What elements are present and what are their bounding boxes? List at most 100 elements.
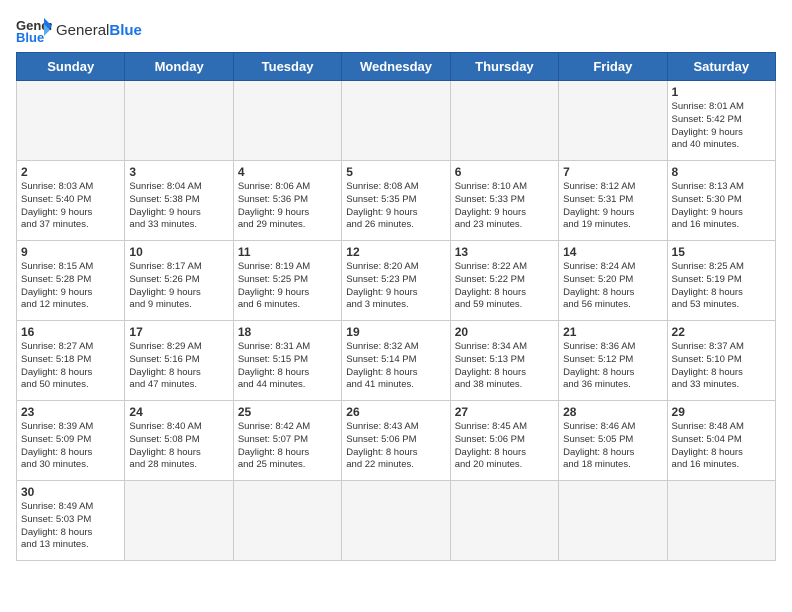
day-number: 6 [455, 165, 554, 179]
calendar-row: 23 Sunrise: 8:39 AM Sunset: 5:09 PM Dayli… [17, 401, 776, 481]
day-info: Sunrise: 8:13 AM Sunset: 5:30 PM Dayligh… [672, 181, 771, 232]
day-number: 27 [455, 405, 554, 419]
day-number: 2 [21, 165, 120, 179]
empty-cell [125, 481, 233, 561]
day-cell-4: 4 Sunrise: 8:06 AM Sunset: 5:36 PM Daylig… [233, 161, 341, 241]
day-cell-29: 29 Sunrise: 8:48 AM Sunset: 5:04 PM Dayli… [667, 401, 775, 481]
empty-cell [17, 81, 125, 161]
weekday-header-row: SundayMondayTuesdayWednesdayThursdayFrid… [17, 53, 776, 81]
day-cell-13: 13 Sunrise: 8:22 AM Sunset: 5:22 PM Dayli… [450, 241, 558, 321]
day-info: Sunrise: 8:20 AM Sunset: 5:23 PM Dayligh… [346, 261, 445, 312]
logo: General Blue GeneralBlue [16, 16, 142, 44]
day-number: 12 [346, 245, 445, 259]
day-info: Sunrise: 8:10 AM Sunset: 5:33 PM Dayligh… [455, 181, 554, 232]
weekday-header-sunday: Sunday [17, 53, 125, 81]
day-number: 15 [672, 245, 771, 259]
empty-cell [559, 81, 667, 161]
day-cell-25: 25Sunrise: 8:42 AM Sunset: 5:07 PM Dayli… [233, 401, 341, 481]
empty-cell [667, 481, 775, 561]
day-info: Sunrise: 8:04 AM Sunset: 5:38 PM Dayligh… [129, 181, 228, 232]
day-info: Sunrise: 8:12 AM Sunset: 5:31 PM Dayligh… [563, 181, 662, 232]
header: General Blue GeneralBlue [16, 16, 776, 44]
day-cell-17: 17Sunrise: 8:29 AM Sunset: 5:16 PM Dayli… [125, 321, 233, 401]
day-cell-9: 9 Sunrise: 8:15 AM Sunset: 5:28 PM Daylig… [17, 241, 125, 321]
day-cell-18: 18Sunrise: 8:31 AM Sunset: 5:15 PM Dayli… [233, 321, 341, 401]
day-cell-15: 15 Sunrise: 8:25 AM Sunset: 5:19 PM Dayli… [667, 241, 775, 321]
day-cell-3: 3 Sunrise: 8:04 AM Sunset: 5:38 PM Daylig… [125, 161, 233, 241]
day-info: Sunrise: 8:03 AM Sunset: 5:40 PM Dayligh… [21, 181, 120, 232]
day-cell-7: 7 Sunrise: 8:12 AM Sunset: 5:31 PM Daylig… [559, 161, 667, 241]
day-info: Sunrise: 8:29 AM Sunset: 5:16 PM Dayligh… [129, 341, 228, 392]
calendar-row: 30Sunrise: 8:49 AM Sunset: 5:03 PM Dayli… [17, 481, 776, 561]
day-number: 29 [672, 405, 771, 419]
day-number: 7 [563, 165, 662, 179]
logo-icon: General Blue [16, 16, 52, 44]
day-cell-1: 1 Sunrise: 8:01 AM Sunset: 5:42 PM Daylig… [667, 81, 775, 161]
empty-cell [559, 481, 667, 561]
day-info: Sunrise: 8:01 AM Sunset: 5:42 PM Dayligh… [672, 101, 771, 152]
day-number: 9 [21, 245, 120, 259]
weekday-header-monday: Monday [125, 53, 233, 81]
empty-cell [342, 81, 450, 161]
day-number: 11 [238, 245, 337, 259]
day-info: Sunrise: 8:22 AM Sunset: 5:22 PM Dayligh… [455, 261, 554, 312]
day-number: 18 [238, 325, 337, 339]
day-number: 26 [346, 405, 445, 419]
calendar-row: 9 Sunrise: 8:15 AM Sunset: 5:28 PM Daylig… [17, 241, 776, 321]
day-cell-6: 6 Sunrise: 8:10 AM Sunset: 5:33 PM Daylig… [450, 161, 558, 241]
svg-text:Blue: Blue [16, 30, 44, 44]
day-cell-5: 5 Sunrise: 8:08 AM Sunset: 5:35 PM Daylig… [342, 161, 450, 241]
day-info: Sunrise: 8:06 AM Sunset: 5:36 PM Dayligh… [238, 181, 337, 232]
day-number: 25 [238, 405, 337, 419]
day-number: 28 [563, 405, 662, 419]
day-info: Sunrise: 8:46 AM Sunset: 5:05 PM Dayligh… [563, 421, 662, 472]
day-info: Sunrise: 8:27 AM Sunset: 5:18 PM Dayligh… [21, 341, 120, 392]
day-info: Sunrise: 8:17 AM Sunset: 5:26 PM Dayligh… [129, 261, 228, 312]
day-cell-10: 10Sunrise: 8:17 AM Sunset: 5:26 PM Dayli… [125, 241, 233, 321]
day-number: 19 [346, 325, 445, 339]
day-info: Sunrise: 8:36 AM Sunset: 5:12 PM Dayligh… [563, 341, 662, 392]
day-number: 24 [129, 405, 228, 419]
day-info: Sunrise: 8:25 AM Sunset: 5:19 PM Dayligh… [672, 261, 771, 312]
day-info: Sunrise: 8:37 AM Sunset: 5:10 PM Dayligh… [672, 341, 771, 392]
calendar-row: 2 Sunrise: 8:03 AM Sunset: 5:40 PM Daylig… [17, 161, 776, 241]
day-cell-11: 11 Sunrise: 8:19 AM Sunset: 5:25 PM Dayli… [233, 241, 341, 321]
day-number: 13 [455, 245, 554, 259]
day-cell-22: 22 Sunrise: 8:37 AM Sunset: 5:10 PM Dayli… [667, 321, 775, 401]
day-info: Sunrise: 8:19 AM Sunset: 5:25 PM Dayligh… [238, 261, 337, 312]
day-info: Sunrise: 8:08 AM Sunset: 5:35 PM Dayligh… [346, 181, 445, 232]
empty-cell [342, 481, 450, 561]
day-info: Sunrise: 8:32 AM Sunset: 5:14 PM Dayligh… [346, 341, 445, 392]
day-number: 23 [21, 405, 120, 419]
weekday-header-tuesday: Tuesday [233, 53, 341, 81]
day-number: 3 [129, 165, 228, 179]
day-number: 1 [672, 85, 771, 99]
day-number: 16 [21, 325, 120, 339]
day-number: 22 [672, 325, 771, 339]
calendar-row: 16 Sunrise: 8:27 AM Sunset: 5:18 PM Dayli… [17, 321, 776, 401]
empty-cell [233, 81, 341, 161]
day-number: 21 [563, 325, 662, 339]
day-info: Sunrise: 8:40 AM Sunset: 5:08 PM Dayligh… [129, 421, 228, 472]
day-cell-12: 12 Sunrise: 8:20 AM Sunset: 5:23 PM Dayli… [342, 241, 450, 321]
day-cell-21: 21 Sunrise: 8:36 AM Sunset: 5:12 PM Dayli… [559, 321, 667, 401]
day-info: Sunrise: 8:34 AM Sunset: 5:13 PM Dayligh… [455, 341, 554, 392]
day-number: 30 [21, 485, 120, 499]
day-info: Sunrise: 8:39 AM Sunset: 5:09 PM Dayligh… [21, 421, 120, 472]
day-info: Sunrise: 8:15 AM Sunset: 5:28 PM Dayligh… [21, 261, 120, 312]
calendar: SundayMondayTuesdayWednesdayThursdayFrid… [16, 52, 776, 561]
empty-cell [125, 81, 233, 161]
empty-cell [450, 481, 558, 561]
calendar-row: 1 Sunrise: 8:01 AM Sunset: 5:42 PM Daylig… [17, 81, 776, 161]
day-info: Sunrise: 8:43 AM Sunset: 5:06 PM Dayligh… [346, 421, 445, 472]
day-cell-24: 24 Sunrise: 8:40 AM Sunset: 5:08 PM Dayli… [125, 401, 233, 481]
day-number: 4 [238, 165, 337, 179]
empty-cell [233, 481, 341, 561]
day-info: Sunrise: 8:48 AM Sunset: 5:04 PM Dayligh… [672, 421, 771, 472]
day-cell-16: 16 Sunrise: 8:27 AM Sunset: 5:18 PM Dayli… [17, 321, 125, 401]
day-cell-14: 14Sunrise: 8:24 AM Sunset: 5:20 PM Dayli… [559, 241, 667, 321]
day-number: 5 [346, 165, 445, 179]
day-cell-26: 26 Sunrise: 8:43 AM Sunset: 5:06 PM Dayli… [342, 401, 450, 481]
weekday-header-wednesday: Wednesday [342, 53, 450, 81]
weekday-header-saturday: Saturday [667, 53, 775, 81]
